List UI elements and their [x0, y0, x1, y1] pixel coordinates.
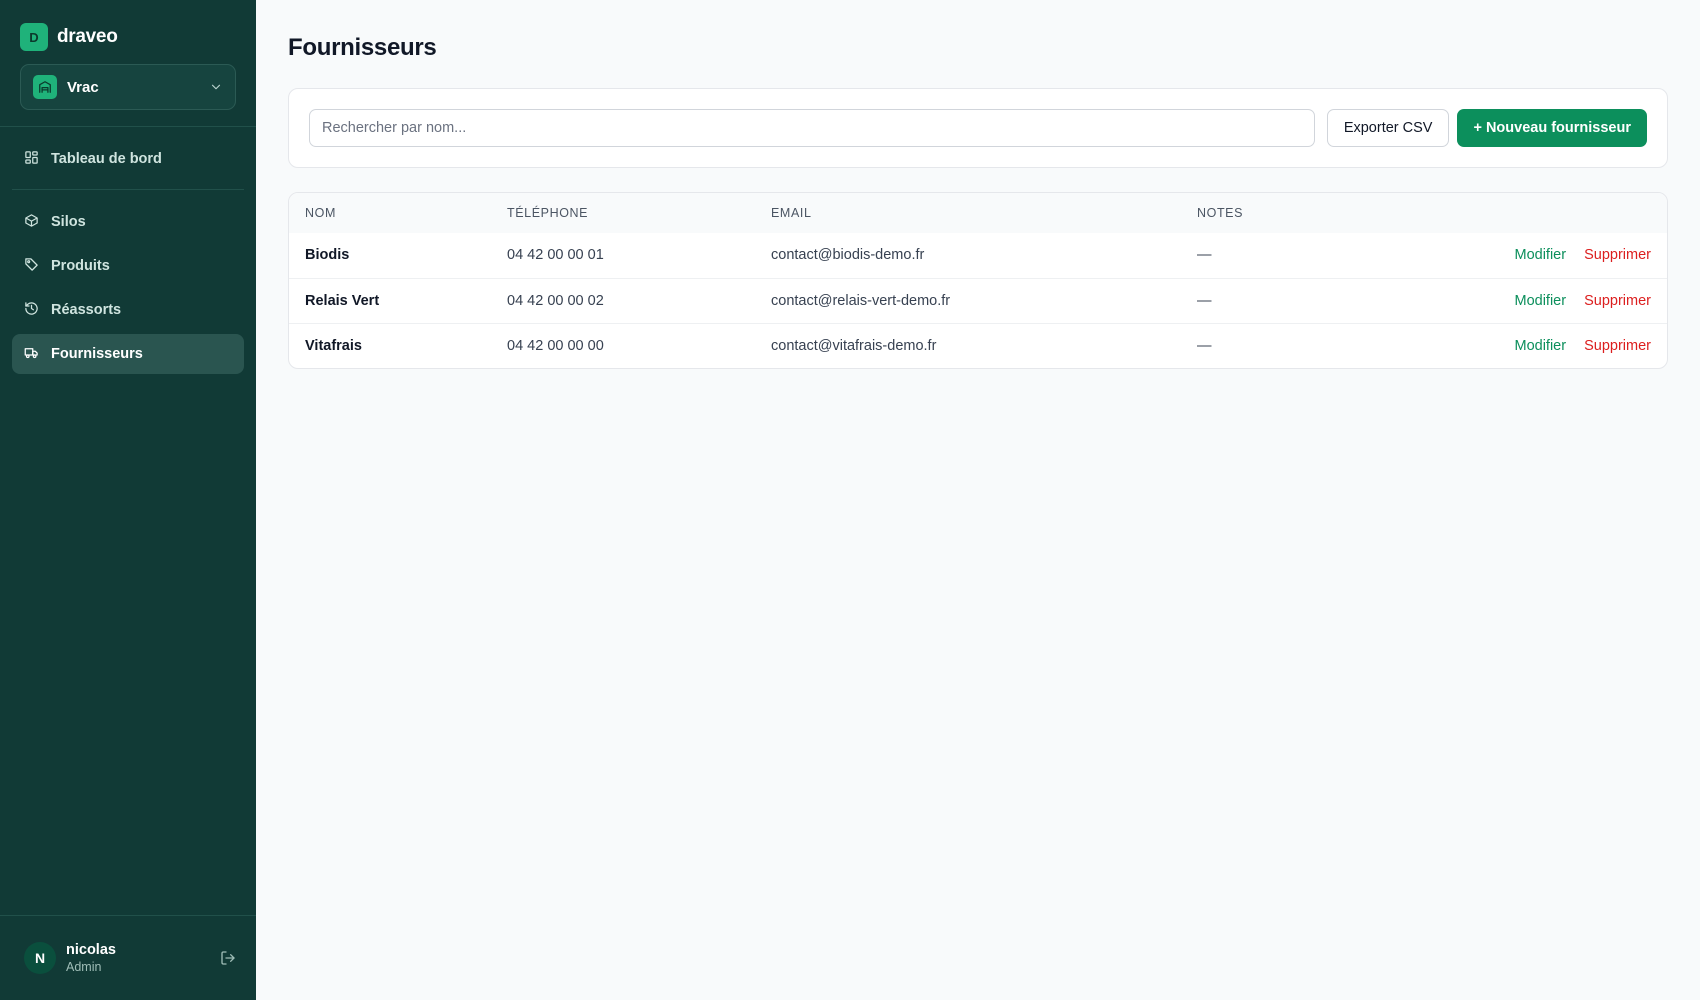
- delete-link[interactable]: Supprimer: [1584, 293, 1651, 309]
- cell-email: contact@relais-vert-demo.fr: [755, 277, 1181, 323]
- edit-link[interactable]: Modifier: [1515, 293, 1567, 309]
- brand-logo: D: [20, 23, 48, 51]
- column-header-actions: [1481, 193, 1667, 233]
- cell-telephone: 04 42 00 00 01: [507, 247, 604, 264]
- table-row: Vitafrais 04 42 00 00 00 contact@vitafra…: [289, 322, 1667, 368]
- tag-icon: [24, 257, 39, 276]
- sidebar-item-label: Produits: [51, 258, 110, 274]
- cell-actions: Modifier Supprimer: [1481, 277, 1667, 323]
- sidebar-item-label: Tableau de bord: [51, 151, 162, 167]
- cell-nom: Biodis: [305, 247, 350, 264]
- column-header-email: EMAIL: [755, 193, 1181, 233]
- dashboard-icon: [24, 150, 39, 169]
- cell-email: contact@vitafrais-demo.fr: [755, 322, 1181, 368]
- cell-notes: —: [1181, 322, 1481, 368]
- user-name: nicolas: [66, 942, 116, 958]
- sidebar-item-dashboard[interactable]: Tableau de bord: [12, 139, 244, 179]
- nav-separator: [12, 189, 244, 190]
- brand-name: draveo: [57, 26, 118, 47]
- cell-nom: Relais Vert: [289, 277, 491, 323]
- history-icon: [24, 301, 39, 320]
- column-header-telephone: TÉLÉPHONE: [491, 193, 755, 233]
- sidebar-item-silos[interactable]: Silos: [12, 202, 244, 242]
- new-supplier-button[interactable]: + Nouveau fournisseur: [1457, 109, 1647, 147]
- cell-notes: —: [1197, 247, 1212, 264]
- table-row: Relais Vert 04 42 00 00 02 contact@relai…: [289, 277, 1667, 323]
- table-row: Biodis 04 42 00 00 01 contact@biodis-dem…: [289, 233, 1667, 278]
- edit-link[interactable]: Modifier: [1515, 338, 1567, 354]
- table-header-row: NOM TÉLÉPHONE EMAIL NOTES: [289, 193, 1667, 233]
- box-icon: [24, 213, 39, 232]
- sidebar-item-produits[interactable]: Produits: [12, 246, 244, 286]
- suppliers-table-card: NOM TÉLÉPHONE EMAIL NOTES Biodis 04 42 0…: [288, 192, 1668, 369]
- chevron-down-icon: [209, 80, 223, 94]
- workspace-selector[interactable]: Vrac: [20, 64, 236, 110]
- suppliers-table: NOM TÉLÉPHONE EMAIL NOTES Biodis 04 42 0…: [289, 193, 1667, 368]
- main-content: Fournisseurs Exporter CSV + Nouveau four…: [256, 0, 1700, 1000]
- export-csv-button[interactable]: Exporter CSV: [1326, 109, 1450, 147]
- edit-link[interactable]: Modifier: [1515, 247, 1567, 263]
- delete-link[interactable]: Supprimer: [1584, 247, 1651, 263]
- sidebar-item-label: Fournisseurs: [51, 346, 143, 362]
- user-panel: N nicolas Admin: [0, 915, 256, 1000]
- sidebar-item-label: Silos: [51, 214, 86, 230]
- column-header-nom: NOM: [289, 193, 491, 233]
- user-role: Admin: [66, 960, 102, 974]
- avatar: N: [24, 942, 56, 974]
- brand[interactable]: D draveo: [0, 0, 256, 54]
- column-header-notes: NOTES: [1181, 193, 1481, 233]
- sidebar-item-reassorts[interactable]: Réassorts: [12, 290, 244, 330]
- cell-notes: —: [1181, 277, 1481, 323]
- page-title: Fournisseurs: [288, 34, 437, 61]
- search-input[interactable]: [309, 109, 1315, 147]
- warehouse-icon: [33, 75, 57, 99]
- cell-actions: Modifier Supprimer: [1481, 322, 1667, 368]
- cell-telephone: 04 42 00 00 02: [491, 277, 755, 323]
- sidebar: D draveo Vrac Tableau de bord Silos Prod…: [0, 0, 256, 1000]
- user-info: nicolas Admin: [66, 942, 210, 974]
- workspace-name: Vrac: [67, 78, 99, 96]
- sidebar-item-fournisseurs[interactable]: Fournisseurs: [12, 334, 244, 374]
- sidebar-nav: Tableau de bord Silos Produits Réassorts: [0, 127, 256, 378]
- cell-actions: Modifier Supprimer: [1481, 233, 1667, 278]
- logout-icon[interactable]: [220, 950, 236, 966]
- cell-email: contact@biodis-demo.fr: [771, 247, 925, 264]
- toolbar: Exporter CSV + Nouveau fournisseur: [288, 88, 1668, 168]
- sidebar-item-label: Réassorts: [51, 302, 122, 318]
- delete-link[interactable]: Supprimer: [1584, 338, 1651, 354]
- truck-icon: [24, 345, 39, 364]
- cell-telephone: 04 42 00 00 00: [491, 322, 755, 368]
- cell-nom: Vitafrais: [289, 322, 491, 368]
